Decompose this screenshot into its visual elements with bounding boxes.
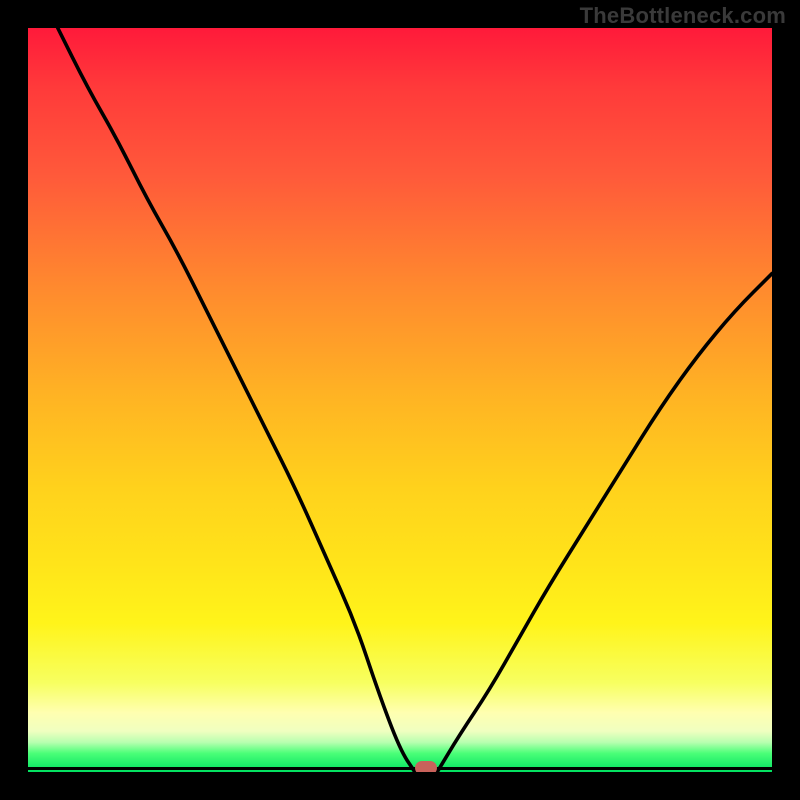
- bottleneck-curve-left-path: [58, 28, 415, 772]
- plot-area: [28, 28, 772, 772]
- bottleneck-curve-right-path: [437, 274, 772, 772]
- watermark-text: TheBottleneck.com: [580, 3, 786, 29]
- chart-frame: TheBottleneck.com: [0, 0, 800, 800]
- bottleneck-curve: [28, 28, 772, 772]
- optimal-marker: [415, 761, 437, 772]
